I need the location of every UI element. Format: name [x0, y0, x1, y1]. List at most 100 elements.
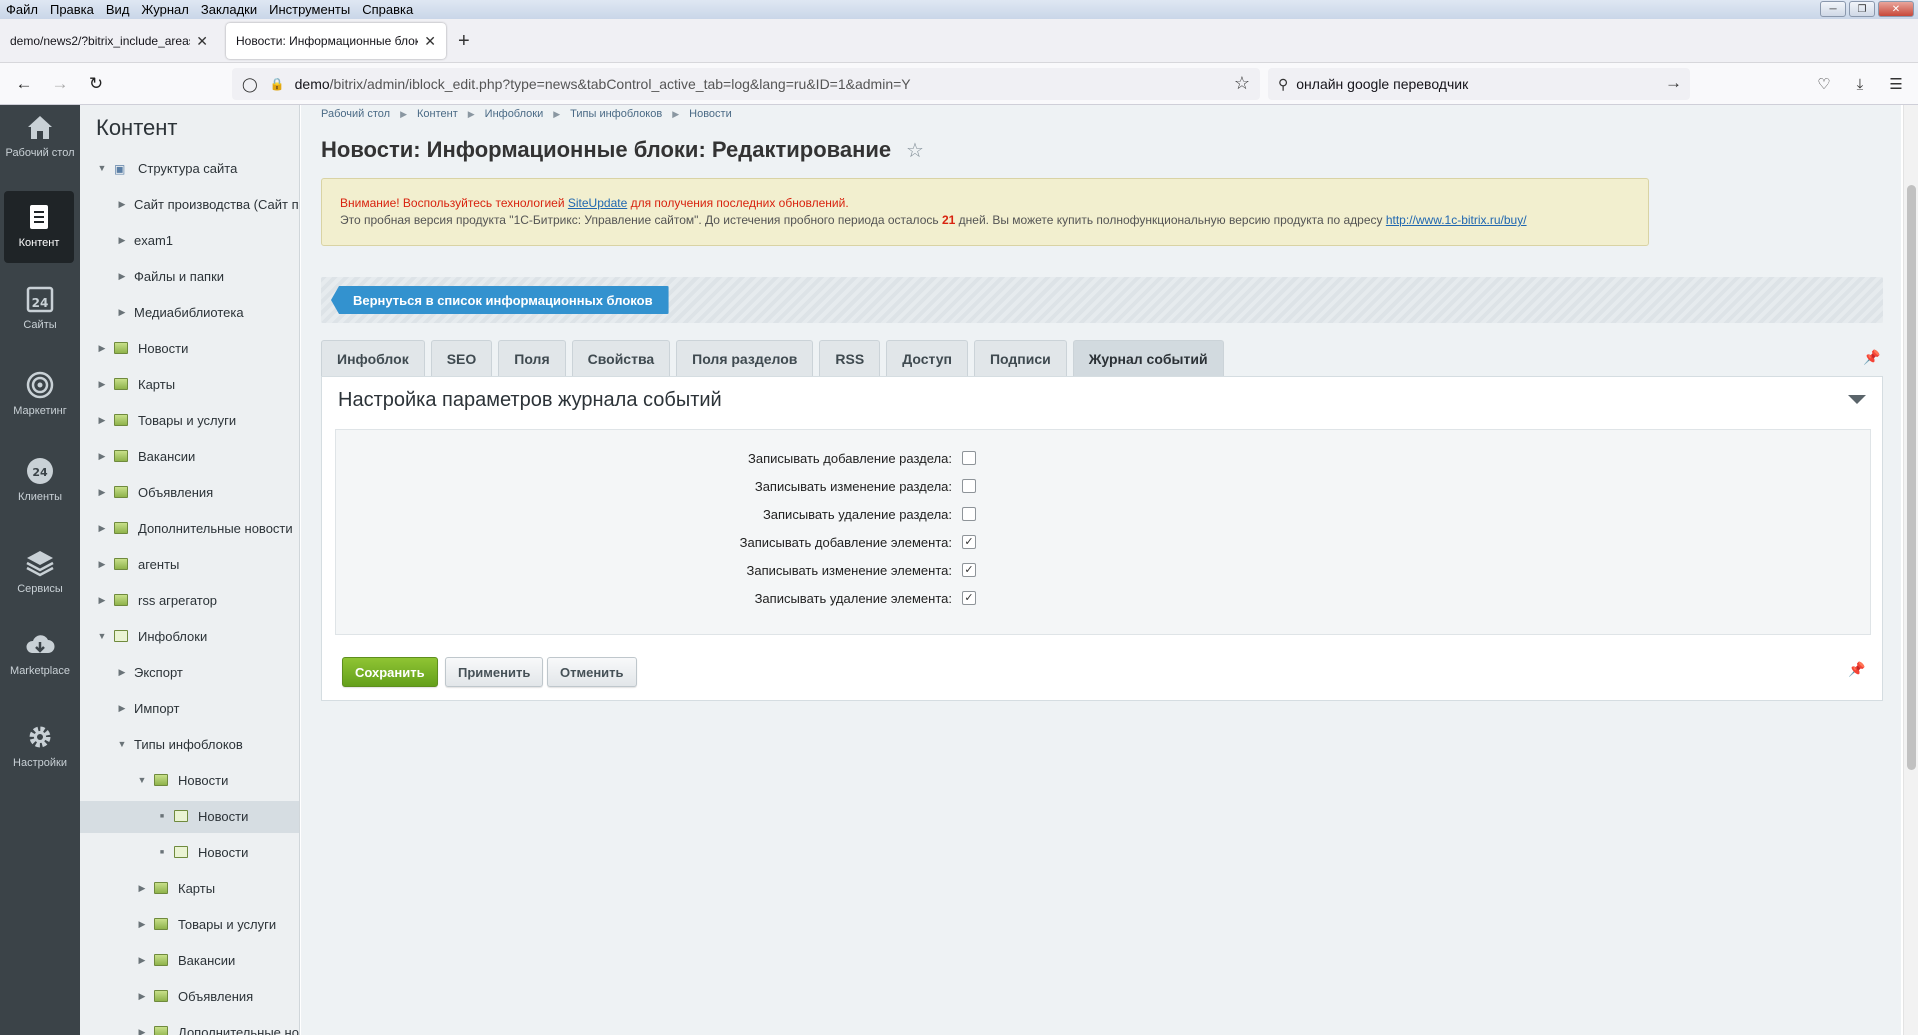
buy-link[interactable]: http://www.1c-bitrix.ru/buy/ [1386, 213, 1527, 227]
close-tab-icon[interactable]: ✕ [196, 33, 208, 50]
tree-item[interactable]: ▼ ▣ Структура сайта [96, 158, 238, 178]
collapsed-arrow-icon[interactable]: ▶ [96, 523, 108, 534]
menu-edit[interactable]: Правка [44, 2, 100, 17]
leftbar-item-clients[interactable]: 24 Клиенты [0, 455, 80, 525]
collapsed-arrow-icon[interactable]: ▶ [116, 307, 128, 318]
collapsed-arrow-icon[interactable]: ▶ [116, 703, 128, 714]
tree-item[interactable]: ▶ Товары и услуги [96, 410, 237, 430]
collapsed-arrow-icon[interactable]: ▶ [96, 595, 108, 606]
breadcrumb-item[interactable]: Инфоблоки [485, 108, 544, 120]
breadcrumb-item[interactable]: Контент [417, 108, 458, 120]
collapsed-arrow-icon[interactable]: ▶ [136, 1027, 148, 1035]
collapsed-arrow-icon[interactable]: ▶ [96, 451, 108, 462]
collapsed-arrow-icon[interactable]: ▶ [136, 955, 148, 966]
collapsed-arrow-icon[interactable]: ▶ [96, 559, 108, 570]
lock-icon[interactable]: 🔒 [270, 77, 285, 91]
tree-item[interactable]: ▼ Типы инфоблоков [116, 734, 243, 754]
tab-access[interactable]: Доступ [886, 340, 968, 376]
leftbar-item-desktop[interactable]: Рабочий стол [0, 111, 80, 181]
breadcrumb-item[interactable]: Новости [689, 108, 732, 120]
breadcrumb-item[interactable]: Рабочий стол [321, 108, 390, 120]
back-icon[interactable]: ← [12, 72, 36, 96]
menu-help[interactable]: Справка [356, 2, 419, 17]
tab-section-fields[interactable]: Поля разделов [676, 340, 814, 376]
siteupdate-link[interactable]: SiteUpdate [568, 196, 627, 210]
leftbar-item-marketplace[interactable]: Marketplace [0, 629, 80, 699]
log-section-add-checkbox[interactable] [962, 451, 976, 465]
expanded-arrow-icon[interactable]: ▼ [116, 739, 128, 749]
tree-item[interactable]: ▶ Вакансии [136, 950, 236, 970]
pin-icon[interactable]: 📌 [1848, 661, 1865, 678]
menu-tools[interactable]: Инструменты [263, 2, 356, 17]
tab-properties[interactable]: Свойства [571, 340, 671, 376]
leftbar-item-content[interactable]: Контент [4, 191, 74, 263]
new-tab-icon[interactable]: + [458, 31, 470, 51]
shield-icon[interactable]: ◯ [242, 76, 258, 93]
apply-button[interactable]: Применить [445, 657, 544, 687]
page-scrollbar[interactable] [1903, 105, 1918, 1035]
collapse-icon[interactable] [1848, 395, 1866, 404]
collapsed-arrow-icon[interactable]: ▶ [116, 667, 128, 678]
menu-file[interactable]: Файл [0, 2, 44, 17]
leftbar-item-sites[interactable]: 24 Сайты [0, 283, 80, 353]
tree-item[interactable]: ▶ Дополнительные новости [136, 1022, 299, 1035]
browser-tab-active[interactable]: Новости: Информационные блоки: Редактиро… [226, 23, 446, 59]
minimize-icon[interactable]: ─ [1820, 1, 1846, 17]
tree-item[interactable]: ▶ Медиабиблиотека [116, 302, 244, 322]
pin-icon[interactable]: 📌 [1863, 349, 1880, 366]
favorite-star-icon[interactable]: ☆ [906, 138, 924, 163]
tree-item-selected[interactable]: ■ Новости [156, 806, 248, 826]
tree-item[interactable]: ▶ Сайт производства (Сайт по умолчанию) [116, 194, 299, 214]
leftbar-item-settings[interactable]: Настройки [0, 721, 80, 791]
collapsed-arrow-icon[interactable]: ▶ [136, 883, 148, 894]
tree-item[interactable]: ▶ Объявления [96, 482, 214, 502]
collapsed-arrow-icon[interactable]: ▶ [96, 487, 108, 498]
cancel-button[interactable]: Отменить [547, 657, 637, 687]
tab-iblock[interactable]: Инфоблок [321, 340, 425, 376]
log-element-edit-checkbox[interactable]: ✓ [962, 563, 976, 577]
tree-item[interactable]: ▶ Товары и услуги [136, 914, 277, 934]
tree-item[interactable]: ▶ агенты [96, 554, 180, 574]
collapsed-arrow-icon[interactable]: ▶ [136, 919, 148, 930]
expanded-arrow-icon[interactable]: ▼ [136, 775, 148, 785]
collapsed-arrow-icon[interactable]: ▶ [116, 271, 128, 282]
log-section-delete-checkbox[interactable] [962, 507, 976, 521]
search-go-icon[interactable]: → [1665, 73, 1682, 93]
pocket-icon[interactable]: ♡ [1812, 72, 1836, 96]
menu-bookmarks[interactable]: Закладки [195, 2, 263, 17]
download-icon[interactable]: ⤓ [1848, 72, 1872, 96]
tab-rss[interactable]: RSS [819, 340, 881, 376]
tab-event-log[interactable]: Журнал событий [1072, 340, 1224, 376]
address-bar[interactable]: ◯ 🔒 demo/bitrix/admin/iblock_edit.php?ty… [232, 68, 1260, 100]
browser-tab[interactable]: demo/news2/?bitrix_include_areas=Y ✕ [0, 23, 218, 59]
tree-item[interactable]: ▶ Новости [96, 338, 189, 358]
tree-item[interactable]: ▶ Вакансии [96, 446, 196, 466]
tree-item[interactable]: ▶ Импорт [116, 698, 180, 718]
save-button[interactable]: Сохранить [342, 657, 438, 687]
menu-view[interactable]: Вид [100, 2, 136, 17]
close-tab-icon[interactable]: ✕ [424, 33, 436, 50]
expanded-arrow-icon[interactable]: ▼ [96, 631, 108, 641]
log-element-delete-checkbox[interactable]: ✓ [962, 591, 976, 605]
tree-item[interactable]: ▶ Карты [136, 878, 216, 898]
collapsed-arrow-icon[interactable]: ▶ [116, 235, 128, 246]
tab-captions[interactable]: Подписи [973, 340, 1067, 376]
tree-item[interactable]: ▶ Экспорт [116, 662, 183, 682]
tab-seo[interactable]: SEO [430, 340, 493, 376]
restore-icon[interactable]: ❐ [1849, 1, 1875, 17]
collapsed-arrow-icon[interactable]: ▶ [136, 991, 148, 1002]
app-menu-icon[interactable]: ☰ [1884, 72, 1908, 96]
back-to-list-button[interactable]: Вернуться в список информационных блоков [331, 286, 669, 314]
log-section-edit-checkbox[interactable] [962, 479, 976, 493]
tree-item[interactable]: ■ Новости [156, 842, 248, 862]
tree-item[interactable]: ▶ exam1 [116, 230, 174, 250]
expanded-arrow-icon[interactable]: ▼ [96, 163, 108, 173]
scrollbar-thumb[interactable] [1907, 185, 1916, 770]
tree-item[interactable]: ▶ Объявления [136, 986, 254, 1006]
collapsed-arrow-icon[interactable]: ▶ [96, 343, 108, 354]
log-element-add-checkbox[interactable]: ✓ [962, 535, 976, 549]
collapsed-arrow-icon[interactable]: ▶ [96, 415, 108, 426]
tab-fields[interactable]: Поля [498, 340, 566, 376]
breadcrumb-item[interactable]: Типы инфоблоков [570, 108, 662, 120]
reload-icon[interactable]: ↻ [84, 72, 108, 96]
